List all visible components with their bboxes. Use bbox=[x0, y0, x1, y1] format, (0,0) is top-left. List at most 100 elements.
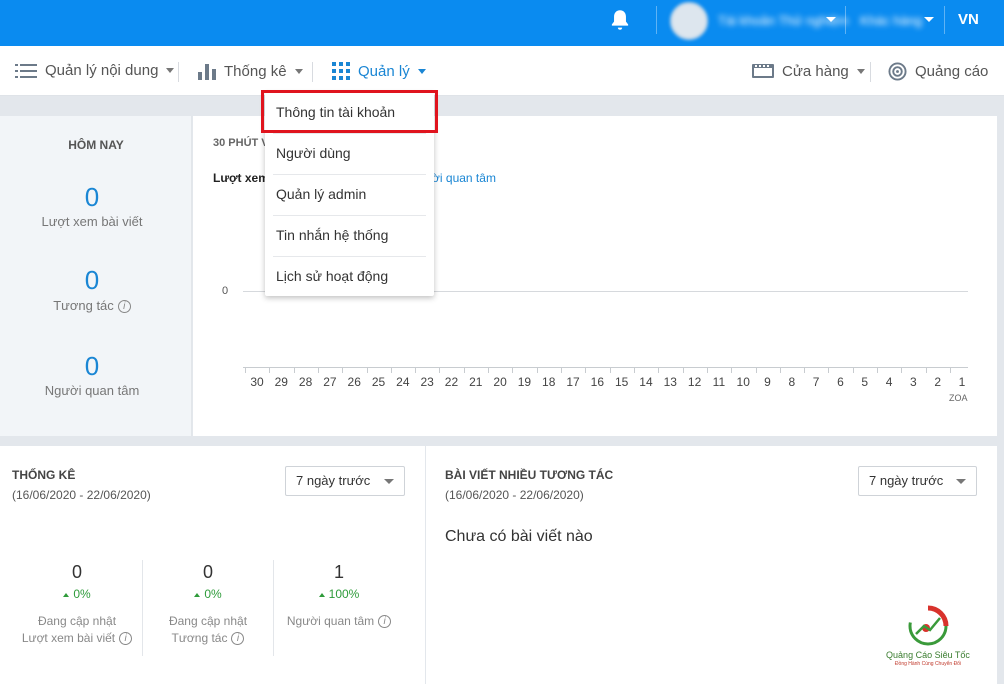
highlight-box bbox=[261, 90, 438, 133]
divider bbox=[845, 6, 846, 34]
divider bbox=[870, 62, 871, 82]
store-icon bbox=[752, 64, 774, 78]
stat-change-value: 0% bbox=[73, 587, 91, 601]
bell-icon[interactable] bbox=[607, 7, 633, 33]
chevron-down-icon bbox=[417, 68, 426, 74]
stat-status: Đang cập nhật bbox=[168, 614, 248, 628]
followers-label: Người quan tâm bbox=[44, 383, 140, 398]
x-tick bbox=[658, 367, 660, 373]
x-tick bbox=[731, 367, 733, 373]
x-tick bbox=[609, 367, 611, 373]
language-switch[interactable]: VN bbox=[958, 11, 979, 28]
posts-period-value: 7 ngày trước bbox=[869, 473, 944, 488]
dropdown-item-admin[interactable]: Quản lý admin bbox=[265, 174, 434, 215]
x-tick-label: 6 bbox=[837, 375, 844, 389]
x-tick-label: 29 bbox=[274, 375, 288, 389]
followers-value: 0 bbox=[84, 351, 100, 381]
x-tick-label: 3 bbox=[910, 375, 917, 389]
menu-ads[interactable]: Quảng cáo bbox=[888, 62, 988, 81]
dropdown-item-system-messages[interactable]: Tin nhắn hệ thống bbox=[265, 215, 434, 256]
x-tick-label: 9 bbox=[764, 375, 771, 389]
logo-name: Quảng Cáo Siêu Tốc bbox=[886, 650, 970, 660]
x-tick bbox=[682, 367, 684, 373]
x-tick bbox=[415, 367, 417, 373]
info-icon[interactable]: i bbox=[119, 632, 133, 646]
x-tick-label: 11 bbox=[712, 375, 726, 389]
x-tick-label: 28 bbox=[298, 375, 313, 389]
stat-label: Đang cập nhật Lượt xem bài viết i bbox=[12, 613, 142, 647]
stat-label: Đang cập nhật Tương tác i bbox=[143, 613, 273, 647]
org-name[interactable]: Khác hàng bbox=[860, 13, 922, 28]
x-tick-label: 4 bbox=[885, 375, 893, 389]
x-tick-label: 17 bbox=[566, 375, 580, 389]
views-value: 0 bbox=[84, 182, 100, 212]
views-label: Lượt xem bài viết bbox=[41, 214, 143, 229]
bar-chart-icon bbox=[198, 64, 216, 80]
chevron-down-icon[interactable] bbox=[924, 17, 934, 22]
chevron-down-icon bbox=[294, 68, 303, 74]
info-icon[interactable]: i bbox=[117, 300, 131, 314]
stat-label-row: Người quan tâm i bbox=[274, 613, 404, 630]
stats-period-select[interactable]: 7 ngày trước bbox=[285, 466, 405, 496]
interact-value: 0 bbox=[84, 265, 100, 295]
x-tick bbox=[488, 367, 490, 373]
menu-store[interactable]: Cửa hàng bbox=[752, 62, 865, 80]
posts-period-select[interactable]: 7 ngày trước bbox=[858, 466, 977, 496]
menu-content-label: Quản lý nội dung bbox=[45, 62, 159, 79]
logo-slogan: Đồng Hành Cùng Chuyển Đổi bbox=[894, 661, 962, 667]
stat-name: Tương tác bbox=[171, 631, 228, 645]
menu-stats[interactable]: Thống kê bbox=[198, 62, 303, 80]
info-icon[interactable]: i bbox=[231, 632, 245, 646]
stat-name: Lượt xem bài viết bbox=[21, 631, 116, 645]
arrow-up-icon bbox=[63, 592, 70, 597]
x-tick-label: 24 bbox=[396, 375, 410, 389]
menu-manage-label: Quản lý bbox=[358, 62, 410, 80]
stats-date-range: (16/06/2020 - 22/06/2020) bbox=[12, 488, 151, 502]
stats-period-value: 7 ngày trước bbox=[296, 473, 371, 488]
empty-state: Chưa có bài viết nào bbox=[445, 528, 593, 545]
divider bbox=[944, 6, 945, 34]
stat-change-value: 0% bbox=[204, 587, 222, 601]
info-icon[interactable]: i bbox=[378, 615, 392, 629]
x-tick-label: 1 bbox=[958, 375, 966, 389]
x-tick bbox=[779, 367, 781, 373]
interact-label: Tương tác bbox=[53, 298, 114, 313]
stat-views: 0 0% Đang cập nhật Lượt xem bài viết i bbox=[12, 562, 142, 647]
x-tick-label: 21 bbox=[469, 375, 483, 389]
x-tick-label: 22 bbox=[444, 375, 459, 389]
x-tick-label: 7 bbox=[812, 375, 820, 389]
interact-label-row: Tương tác i bbox=[0, 298, 184, 314]
arrow-up-icon bbox=[194, 592, 201, 597]
menu-content[interactable]: Quản lý nội dung bbox=[15, 62, 175, 79]
chevron-down-icon bbox=[956, 479, 966, 484]
x-tick bbox=[390, 367, 392, 373]
stat-value: 1 bbox=[333, 562, 344, 582]
tab-followers[interactable]: ười quan tâm bbox=[424, 171, 496, 185]
dropdown-item-users[interactable]: Người dùng bbox=[265, 133, 434, 174]
tab-views[interactable]: Lượt xem bbox=[213, 171, 269, 185]
menu-stats-label: Thống kê bbox=[224, 62, 287, 80]
x-tick-label: 10 bbox=[736, 375, 750, 389]
x-tick bbox=[925, 367, 927, 373]
avatar[interactable] bbox=[670, 2, 708, 40]
chevron-down-icon[interactable] bbox=[826, 17, 836, 22]
x-tick-label: 25 bbox=[371, 375, 386, 389]
x-tick bbox=[463, 367, 465, 373]
x-tick-label: 26 bbox=[347, 375, 361, 389]
y-tick-label: 0 bbox=[222, 285, 229, 297]
x-tick bbox=[245, 367, 246, 373]
stats-panel: THỐNG KÊ (16/06/2020 - 22/06/2020) 7 ngà… bbox=[0, 446, 425, 684]
stat-change: 0% bbox=[12, 587, 142, 601]
stat-name: Người quan tâm bbox=[286, 614, 375, 628]
menu-manage[interactable]: Quản lý bbox=[332, 62, 426, 80]
x-tick bbox=[804, 367, 806, 373]
stat-interactions: 0 0% Đang cập nhật Tương tác i bbox=[143, 562, 273, 647]
x-tick bbox=[585, 367, 587, 373]
x-tick bbox=[561, 367, 563, 373]
chevron-down-icon bbox=[856, 68, 865, 74]
dropdown-item-activity-log[interactable]: Lịch sử hoạt động bbox=[265, 256, 434, 297]
x-tick-label: 19 bbox=[517, 375, 532, 389]
menu-ads-label: Quảng cáo bbox=[915, 63, 989, 80]
x-tick bbox=[828, 367, 830, 373]
x-tick bbox=[950, 367, 951, 373]
